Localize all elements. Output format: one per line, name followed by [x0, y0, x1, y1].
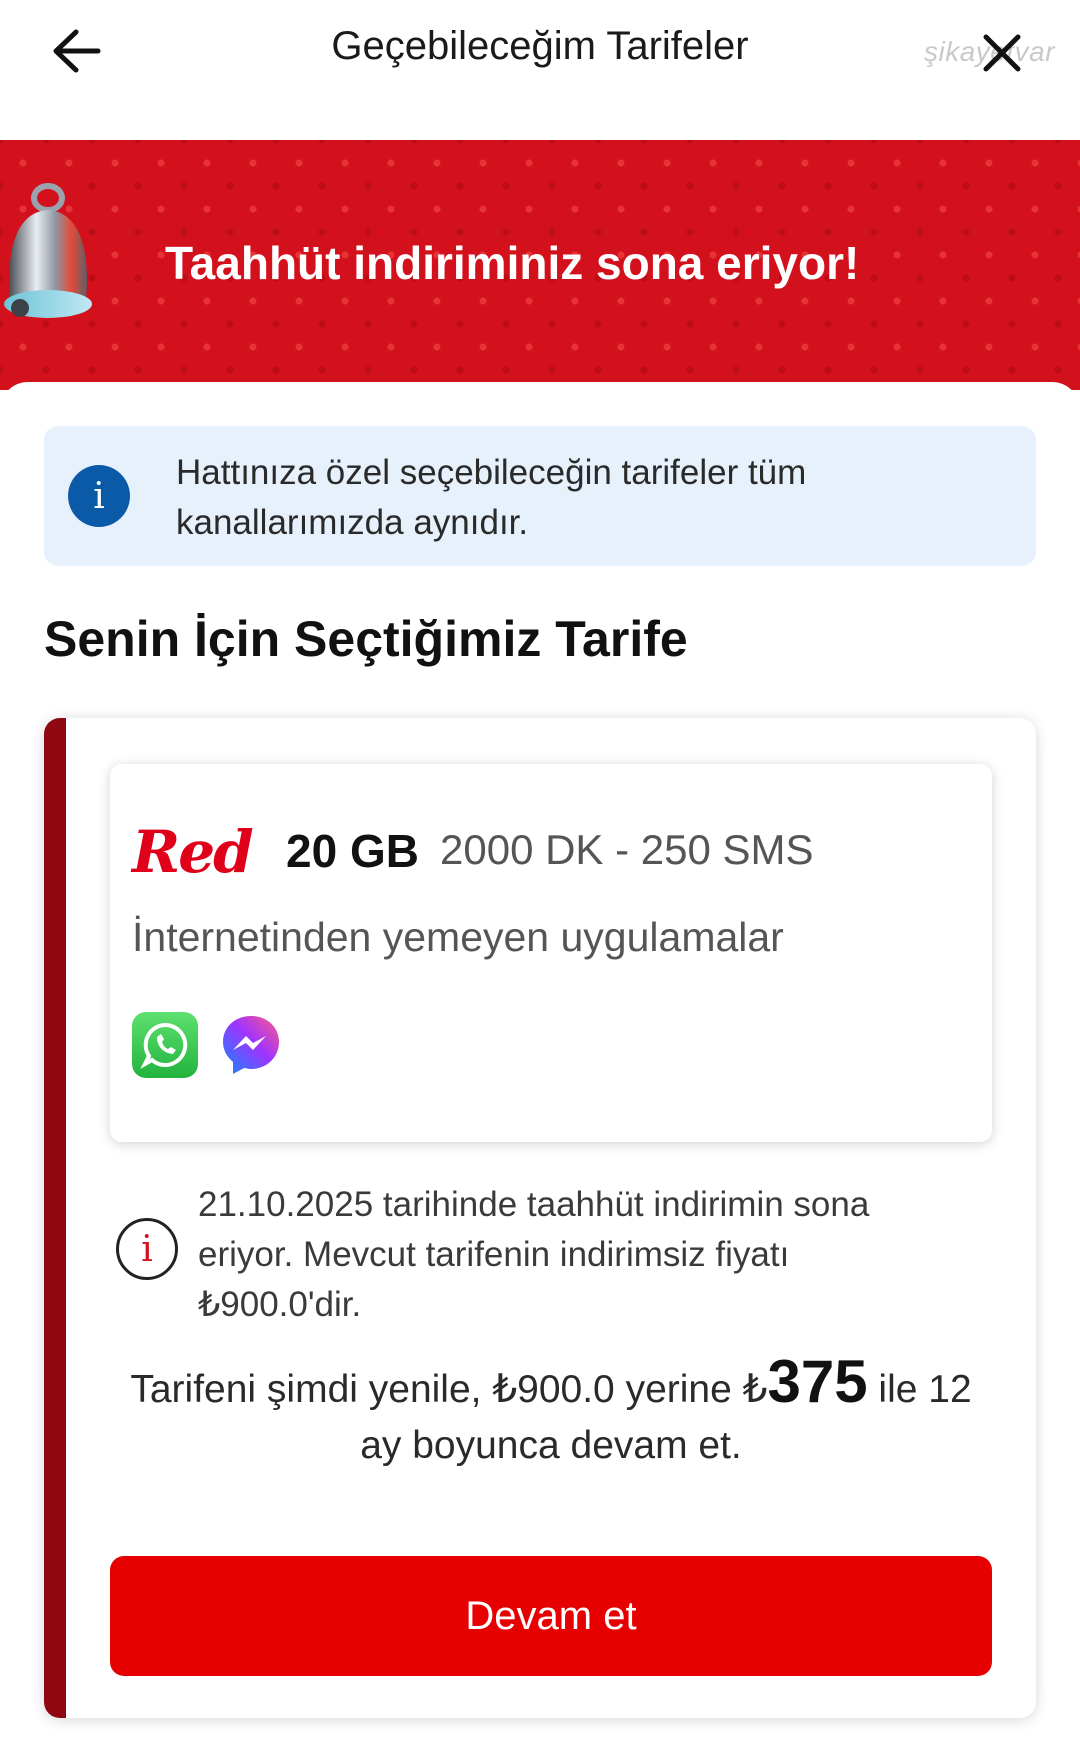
content-sheet: i Hattınıza özel seçebileceğin tarifeler… — [0, 382, 1080, 1748]
back-button[interactable] — [40, 18, 114, 84]
whatsapp-icon — [132, 1012, 198, 1078]
page-title: Geçebileceğim Tarifeler — [331, 24, 749, 68]
bell-icon — [4, 183, 92, 318]
offer-price: 375 — [767, 1348, 868, 1415]
info-notice: i Hattınıza özel seçebileceğin tarifeler… — [44, 426, 1036, 566]
plan-description: İnternetinden yemeyen uygulamalar — [132, 914, 784, 960]
offer-text-before: Tarifeni şimdi yenile, ₺900.0 yerine ₺ — [130, 1368, 768, 1411]
plan-details[interactable]: Red 20 GB 2000 DK - 250 SMS İnternetinde… — [110, 764, 992, 1142]
plan-minutes-sms: 2000 DK - 250 SMS — [440, 826, 814, 873]
close-icon — [983, 34, 1021, 72]
section-title: Senin İçin Seçtiğimiz Tarife — [44, 611, 688, 667]
arrow-left-icon — [53, 29, 101, 73]
info-icon: i — [68, 465, 130, 527]
continue-button[interactable]: Devam et — [110, 1556, 992, 1676]
red-brand-logo: Red — [132, 818, 254, 886]
expiry-banner: Taahhüt indiriminiz sona eriyor! — [0, 140, 1080, 390]
discount-expiry-text: 21.10.2025 tarihinde taahhüt indirimin s… — [198, 1185, 870, 1324]
info-text: Hattınıza özel seçebileceğin tarifeler t… — [176, 453, 807, 542]
plan-data-amount: 20 GB — [286, 825, 419, 877]
top-app-bar: Geçebileceğim Tarifeler şikayetvar — [0, 0, 1080, 140]
close-button[interactable] — [965, 20, 1039, 86]
screen: Geçebileceğim Tarifeler şikayetvar Taahh… — [0, 0, 1080, 1748]
banner-title: Taahhüt indiriminiz sona eriyor! — [165, 237, 860, 289]
card-accent-bar — [44, 718, 66, 1718]
tariff-card: Red 20 GB 2000 DK - 250 SMS İnternetinde… — [44, 718, 1036, 1718]
warning-info-icon: i — [116, 1218, 178, 1280]
renewal-offer: Tarifeni şimdi yenile, ₺900.0 yerine ₺37… — [110, 1352, 992, 1474]
messenger-icon — [223, 1016, 279, 1074]
